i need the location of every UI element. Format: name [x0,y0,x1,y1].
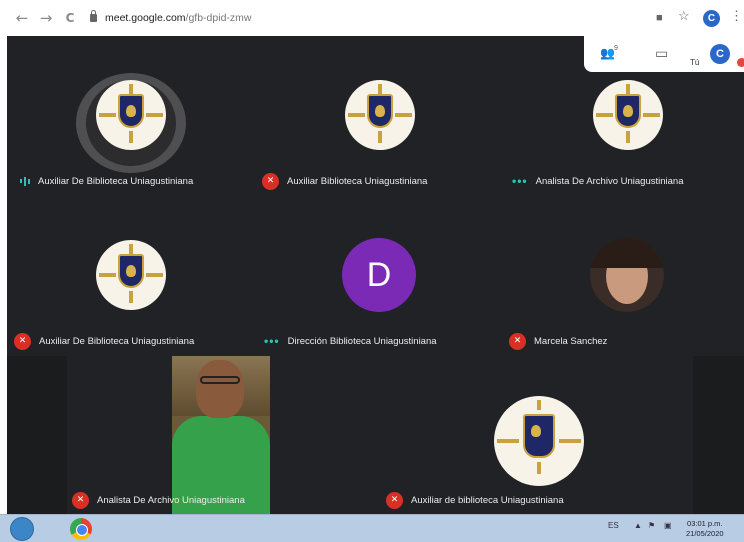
windows-taskbar: ES ▲ ⚑ ▣ 03:01 p.m. 21/05/2020 [0,514,744,542]
audio-dots-icon: ••• [512,174,528,188]
network-icon[interactable]: ▣ [664,521,672,530]
notification-badge [737,58,744,67]
participant-label: ✕ Auxiliar Biblioteca Uniagustiniana [262,171,427,191]
mic-off-icon: ✕ [386,491,403,509]
avatar-logo [96,240,166,310]
reload-icon[interactable]: C [62,10,78,26]
audio-dots-icon: ••• [264,334,280,348]
participant-name: Dirección Biblioteca Uniagustiniana [287,335,437,347]
participant-label: ✕ Analista De Archivo Uniagustiniana [72,490,245,510]
participant-count: 9 [614,45,618,52]
clock-date: 21/05/2020 [686,529,724,538]
url-path: /gfb-dpid-zmw [185,12,252,24]
participant-name: Analista De Archivo Uniagustiniana [535,175,684,187]
participant-name: Marcela Sanchez [534,335,608,347]
participant-name: Auxiliar Biblioteca Uniagustiniana [287,175,428,187]
meeting-top-bar: 👥 9 ▭ Tú C [584,36,744,72]
browser-toolbar: ← → C meet.google.com/gfb-dpid-zmw ■ ☆ C… [0,0,744,36]
tile-gutter [693,356,744,514]
mic-off-icon: ✕ [509,332,526,350]
avatar-logo [345,80,415,150]
url-host: meet.google.com [105,12,186,24]
participant-label: ✕ Auxiliar de biblioteca Uniagustiniana [386,490,564,510]
forward-icon[interactable]: → [38,10,54,26]
letter-avatar: D [342,238,416,312]
profile-avatar[interactable]: C [703,10,720,27]
mic-off-icon: ✕ [262,172,279,190]
participant-name: Analista De Archivo Uniagustiniana [97,494,245,506]
participant-name: Auxiliar De Biblioteca Uniagustiniana [38,175,194,187]
participant-label: ✕ Marcela Sanchez [509,331,607,351]
chat-icon[interactable]: ▭ [655,46,668,60]
system-clock[interactable]: 03:01 p.m. 21/05/2020 [686,519,724,539]
clock-time: 03:01 p.m. [687,519,723,528]
address-bar[interactable]: meet.google.com/gfb-dpid-zmw [90,10,252,26]
start-button[interactable] [10,517,34,541]
camera-icon[interactable]: ■ [656,11,663,25]
participant-name: Auxiliar De Biblioteca Uniagustiniana [39,335,195,347]
audio-level-icon [20,176,30,186]
flag-icon[interactable]: ⚑ [648,521,655,530]
people-icon[interactable]: 👥 [600,46,615,60]
avatar-logo [494,396,584,486]
self-avatar[interactable]: C [710,44,730,64]
tile-gutter [7,356,67,514]
profile-photo [590,238,664,312]
menu-icon[interactable]: ⋮ [730,9,743,23]
avatar-logo [96,80,166,150]
participant-label: ✕ Auxiliar De Biblioteca Uniagustiniana [14,331,194,351]
participant-label: ••• Dirección Biblioteca Uniagustiniana [264,331,437,351]
participant-name: Auxiliar de biblioteca Uniagustiniana [411,494,564,506]
back-icon[interactable]: ← [14,10,30,26]
star-icon[interactable]: ☆ [678,9,690,23]
avatar-logo [593,80,663,150]
mic-off-icon: ✕ [72,491,89,509]
chrome-taskbar-icon[interactable] [70,518,92,540]
participant-label: ••• Analista De Archivo Uniagustiniana [512,171,683,191]
mic-off-icon: ✕ [14,332,31,350]
language-indicator[interactable]: ES [608,521,619,530]
participant-label: Auxiliar De Biblioteca Uniagustiniana [16,171,193,191]
screen: ← → C meet.google.com/gfb-dpid-zmw ■ ☆ C… [0,0,744,542]
self-label: Tú [690,58,700,67]
tray-arrow-icon[interactable]: ▲ [634,521,642,530]
lock-icon [90,10,97,22]
